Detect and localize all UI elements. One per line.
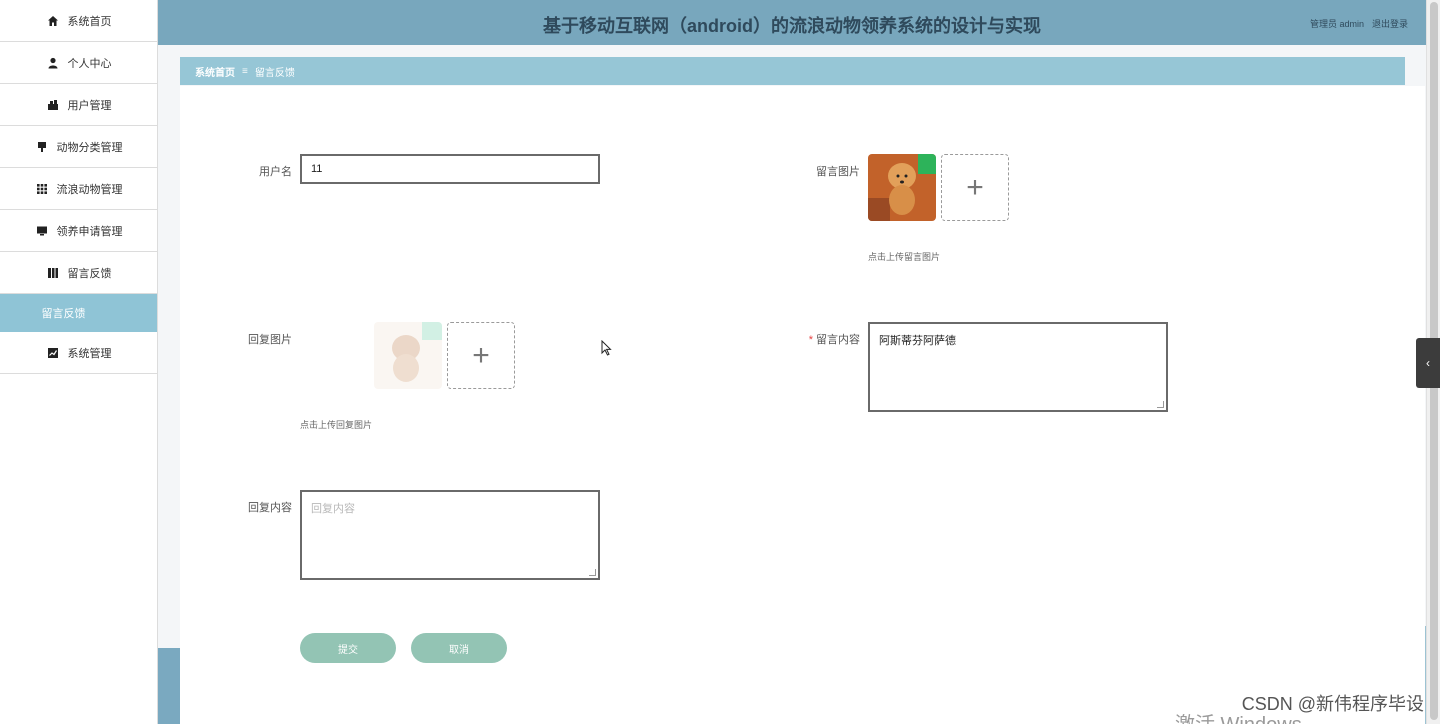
top-header: 基于移动互联网（android）的流浪动物领养系统的设计与实现 管理员 admi… [158, 0, 1426, 45]
sidebar-item-animal-category[interactable]: 动物分类管理 [0, 126, 157, 168]
sidebar-item-label: 留言反馈 [67, 267, 112, 280]
page-title: 基于移动互联网（android）的流浪动物领养系统的设计与实现 [543, 16, 1041, 36]
reply-content-placeholder: 回复内容 [311, 503, 355, 515]
decoration-bar [158, 648, 180, 724]
reply-content-label: 回复内容 [248, 502, 292, 514]
sidebar: 系统首页 个人中心 用户管理 动物分类管理 流浪动物管理 领养申请管理 留言反馈… [0, 0, 158, 724]
reply-image-thumbnail[interactable] [374, 322, 442, 389]
message-content-textarea[interactable]: 阿斯蒂芬阿萨德 [868, 322, 1168, 412]
breadcrumb-separator-icon: ≡ [242, 65, 248, 77]
sidebar-item-label: 系统管理 [67, 347, 112, 360]
username-value: 11 [311, 163, 323, 175]
sidebar-item-profile[interactable]: 个人中心 [0, 42, 157, 84]
logout-link[interactable]: 退出登录 [1372, 17, 1408, 30]
resize-handle-icon[interactable] [589, 569, 596, 576]
admin-label: 管理员 admin [1309, 19, 1364, 29]
csdn-watermark: CSDN @新伟程序毕设 [1241, 694, 1424, 714]
sidebar-subitem-label: 留言反馈 [41, 308, 86, 320]
sidebar-item-label: 个人中心 [67, 57, 112, 70]
sidebar-item-label: 领养申请管理 [56, 225, 123, 238]
grid-icon [35, 182, 49, 196]
sidebar-item-feedback[interactable]: 留言反馈 [0, 252, 157, 294]
sidebar-item-label: 流浪动物管理 [56, 183, 123, 196]
sidebar-item-label: 系统首页 [67, 15, 112, 28]
breadcrumb-home[interactable]: 系统首页 [195, 64, 235, 79]
book-icon [46, 266, 60, 280]
users-icon [46, 98, 60, 112]
reply-image-hint: 点击上传回复图片 [300, 420, 373, 430]
home-icon [46, 14, 60, 28]
mouse-cursor-icon [601, 339, 612, 359]
monitor-icon [35, 224, 49, 238]
breadcrumb-current: 留言反馈 [254, 67, 295, 79]
sidebar-item-label: 动物分类管理 [56, 141, 123, 154]
sidebar-item-system[interactable]: 系统管理 [0, 332, 157, 374]
sidebar-item-adoption[interactable]: 领养申请管理 [0, 210, 157, 252]
message-content-label: * 留言内容 [780, 331, 860, 347]
chevron-left-icon: ‹ [1426, 356, 1430, 370]
sidebar-item-users[interactable]: 用户管理 [0, 84, 157, 126]
username-input[interactable]: 11 [300, 154, 600, 184]
collapse-tab[interactable]: ‹ [1416, 338, 1440, 388]
breadcrumb: 系统首页 ≡ 留言反馈 [180, 57, 1405, 85]
chart-icon [46, 346, 60, 360]
header-user-area: 管理员 admin 退出登录 [1310, 17, 1408, 30]
plus-icon: + [472, 338, 490, 372]
submit-button[interactable]: 提交 [300, 633, 396, 663]
reply-image-label: 回复图片 [248, 334, 292, 346]
resize-handle-icon[interactable] [1157, 401, 1164, 408]
message-content-value: 阿斯蒂芬阿萨德 [879, 335, 956, 347]
user-icon [46, 56, 60, 70]
sidebar-item-label: 用户管理 [67, 99, 112, 112]
reply-image-upload-button[interactable]: + [447, 322, 515, 389]
sidebar-item-home[interactable]: 系统首页 [0, 0, 157, 42]
message-image-thumbnail[interactable] [868, 154, 936, 221]
cancel-button[interactable]: 取消 [411, 633, 507, 663]
sidebar-subitem-feedback[interactable]: 留言反馈 [0, 294, 157, 332]
sidebar-item-stray-animals[interactable]: 流浪动物管理 [0, 168, 157, 210]
reply-content-textarea[interactable]: 回复内容 [300, 490, 600, 580]
plus-icon: + [966, 170, 984, 204]
required-asterisk: * [808, 334, 813, 346]
message-image-hint: 点击上传留言图片 [868, 252, 941, 262]
category-icon [35, 140, 49, 154]
message-image-upload-button[interactable]: + [941, 154, 1009, 221]
message-image-label: 留言图片 [816, 166, 860, 178]
message-content-label-text: 留言内容 [816, 334, 860, 346]
form-card: 用户名 11 留言图片 + 点击上传留言图片 回复图片 + 点击上传回复图片 *… [180, 86, 1425, 724]
username-label: 用户名 [259, 166, 292, 178]
